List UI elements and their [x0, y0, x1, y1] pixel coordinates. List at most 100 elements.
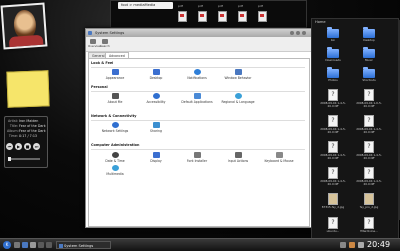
section-title: Look & Feel	[91, 61, 114, 65]
file-item[interactable]: ? 2008-09-04 1-4-5-20.0.tiff	[320, 167, 346, 187]
seek-handle[interactable]	[8, 157, 11, 161]
setting-label: Accessibility	[146, 100, 166, 104]
k-menu-icon[interactable]: K	[3, 241, 11, 249]
file-label: 2008-09-04 1-4-5-20.0.tiff	[320, 179, 346, 187]
setting-sharing[interactable]: Sharing	[136, 122, 176, 133]
clock[interactable]: 20:49	[367, 239, 390, 251]
file-label: pdf	[258, 4, 263, 8]
input-actions-icon	[234, 152, 242, 158]
unknown-file-icon: ?	[328, 115, 338, 127]
file-item[interactable]: ? 2008-09-04 1-4-5-20.0.tiff	[356, 141, 382, 161]
setting-window-behavior[interactable]: Window Behavior	[218, 69, 258, 80]
keyboard-icon	[275, 152, 283, 158]
setting-date-time[interactable]: Date & Time	[95, 152, 135, 163]
folder-label: Downloads	[325, 58, 341, 62]
file-icon[interactable]	[198, 11, 207, 22]
about-me-icon	[111, 93, 119, 99]
task-system-settings[interactable]: System Settings	[56, 241, 111, 249]
file-icon[interactable]	[178, 11, 187, 22]
section-divider	[91, 149, 305, 150]
section-divider	[91, 67, 305, 68]
setting-notifications[interactable]: Notifications	[177, 69, 217, 80]
show-desktop-icon[interactable]	[14, 242, 20, 248]
overview-button[interactable]: Overview	[88, 39, 101, 49]
setting-about-me[interactable]: About Me	[95, 93, 135, 104]
window-titlebar[interactable]: System Settings	[86, 29, 311, 37]
app-icon	[88, 31, 92, 35]
play-icon[interactable]: ▶	[15, 143, 22, 150]
file-item[interactable]: ? 2008-09-04 1-4-5-20.0.tiff	[356, 115, 382, 135]
setting-accessibility[interactable]: Accessibility	[136, 93, 176, 104]
file-item[interactable]: ? filterdivine...	[356, 217, 382, 233]
sticky-note-widget[interactable]	[6, 70, 50, 108]
unknown-file-icon: ?	[328, 217, 338, 229]
setting-regional-language[interactable]: Regional & Language	[218, 93, 258, 104]
sharing-icon	[152, 122, 160, 128]
file-icon[interactable]	[258, 11, 267, 22]
taskbar: K System Settings 20:49	[0, 238, 400, 251]
setting-font-installer[interactable]: Font Installer	[177, 152, 217, 163]
setting-network-settings[interactable]: Network Settings	[95, 122, 135, 133]
file-item[interactable]: ? 2008-09-04 1-4-5-20.0.tiff	[320, 141, 346, 161]
folder-item[interactable]: Shortcuts	[356, 67, 382, 82]
file-item[interactable]: ?87315-fsy_d.jpg	[320, 193, 346, 209]
file-icon[interactable]	[238, 11, 247, 22]
location-bar[interactable]: foot > mediaMedia	[118, 2, 173, 9]
unknown-file-icon: ?	[364, 217, 374, 229]
setting-default-applications[interactable]: Default Applications	[177, 93, 217, 104]
section-title: Personal	[91, 85, 108, 89]
section-title: Computer Administration	[91, 143, 140, 147]
setting-multimedia[interactable]: Multimedia	[95, 165, 135, 176]
photo-frame-widget[interactable]	[0, 2, 48, 50]
folder-item[interactable]: Downloads	[320, 47, 346, 62]
display-icon	[152, 152, 160, 158]
image-file-icon: ?	[328, 193, 338, 205]
stop-icon[interactable]: ■	[24, 143, 31, 150]
file-item[interactable]: ? 2008-09-04 1-4-5-20.0.tiff	[320, 89, 346, 109]
font-icon	[193, 152, 201, 158]
setting-display[interactable]: Display	[136, 152, 176, 163]
notification-icon[interactable]	[349, 242, 355, 248]
search-button[interactable]: Search	[100, 39, 110, 49]
section-divider	[91, 91, 305, 92]
file-manager-icon[interactable]	[22, 242, 28, 248]
file-item[interactable]: ? 2008-09-04 1-4-5-20.0.tiff	[320, 115, 346, 135]
volume-icon[interactable]	[358, 242, 364, 248]
skip-back-icon[interactable]: ⏮	[6, 143, 13, 150]
file-label: 87315-fsy_d.jpg	[321, 205, 345, 209]
close-icon[interactable]	[302, 31, 306, 35]
seek-slider[interactable]	[8, 157, 40, 161]
file-item[interactable]: ? ubuntu...	[320, 217, 346, 233]
file-item[interactable]: ? 2008-09-04 1-4-5-20.0.tiff	[356, 167, 382, 187]
title-value: Fear of the Dark	[19, 124, 46, 128]
pager-icon[interactable]	[46, 242, 52, 248]
file-label: pdf	[218, 4, 223, 8]
minimize-icon[interactable]	[290, 31, 294, 35]
file-label: fsy_pro_d.jpg	[359, 205, 379, 209]
unknown-file-icon: ?	[328, 89, 338, 101]
album-label: Album:	[7, 129, 19, 133]
file-item[interactable]: ? 2008-09-04 1-0-5-20.0.tiff	[356, 89, 382, 109]
setting-desktop[interactable]: Desktop	[136, 69, 176, 80]
file-icon[interactable]	[218, 11, 227, 22]
folder-item[interactable]: Photos	[320, 67, 346, 82]
pager-icon[interactable]	[38, 242, 44, 248]
folder-item[interactable]: Music	[356, 47, 382, 62]
pager-icon[interactable]	[30, 242, 36, 248]
file-item[interactable]: ?fsy_pro_d.jpg	[356, 193, 382, 209]
folder-item[interactable]: Desktop	[356, 27, 382, 42]
unknown-file-icon: ?	[364, 167, 374, 179]
network-icon[interactable]	[340, 242, 346, 248]
network-icon	[111, 122, 119, 128]
setting-appearance[interactable]: Appearance	[95, 69, 135, 80]
folder-item[interactable]: bin	[320, 27, 346, 42]
folder-label: Desktop	[363, 38, 375, 42]
setting-label: Appearance	[105, 76, 125, 80]
setting-input-actions[interactable]: Input Actions	[218, 152, 258, 163]
maximize-icon[interactable]	[296, 31, 300, 35]
setting-label: Desktop	[149, 76, 163, 80]
skip-forward-icon[interactable]: ⏭	[33, 143, 40, 150]
setting-keyboard-mouse[interactable]: Keyboard & Mouse	[259, 152, 299, 163]
folder-icon	[327, 27, 339, 38]
unknown-file-icon: ?	[328, 141, 338, 153]
